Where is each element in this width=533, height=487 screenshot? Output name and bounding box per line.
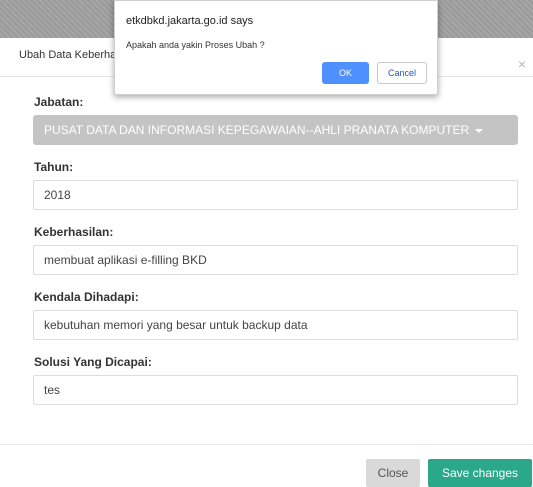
tahun-input[interactable]: 2018 <box>33 180 518 210</box>
kendala-label: Kendala Dihadapi: <box>34 290 139 304</box>
page: Ubah Data Keberha × Jabatan: PUSAT DATA … <box>0 0 533 487</box>
close-icon[interactable]: × <box>518 57 526 71</box>
close-button[interactable]: Close <box>366 459 420 487</box>
jabatan-select-value: PUSAT DATA DAN INFORMASI KEPEGAWAIAN--AH… <box>44 123 470 137</box>
dialog-message: Apakah anda yakin Proses Ubah ? <box>126 40 265 50</box>
jabatan-select[interactable]: PUSAT DATA DAN INFORMASI KEPEGAWAIAN--AH… <box>33 115 518 145</box>
caret-down-icon <box>475 128 484 133</box>
keberhasilan-input[interactable]: membuat aplikasi e-filling BKD <box>33 245 518 275</box>
jabatan-label: Jabatan: <box>34 95 84 109</box>
save-changes-button[interactable]: Save changes <box>428 459 532 487</box>
dialog-cancel-button[interactable]: Cancel <box>377 62 427 84</box>
kendala-input[interactable]: kebutuhan memori yang besar untuk backup… <box>33 310 518 340</box>
keberhasilan-label: Keberhasilan: <box>34 225 114 239</box>
solusi-label: Solusi Yang Dicapai: <box>34 355 152 369</box>
modal-title: Ubah Data Keberha <box>19 49 117 61</box>
modal-footer-divider <box>0 444 533 445</box>
dialog-ok-button[interactable]: OK <box>322 62 369 84</box>
dialog-title: etkdbkd.jakarta.go.id says <box>126 15 254 27</box>
confirm-dialog: etkdbkd.jakarta.go.id says Apakah anda y… <box>114 0 438 95</box>
tahun-label: Tahun: <box>34 160 74 174</box>
solusi-input[interactable]: tes <box>33 375 518 405</box>
